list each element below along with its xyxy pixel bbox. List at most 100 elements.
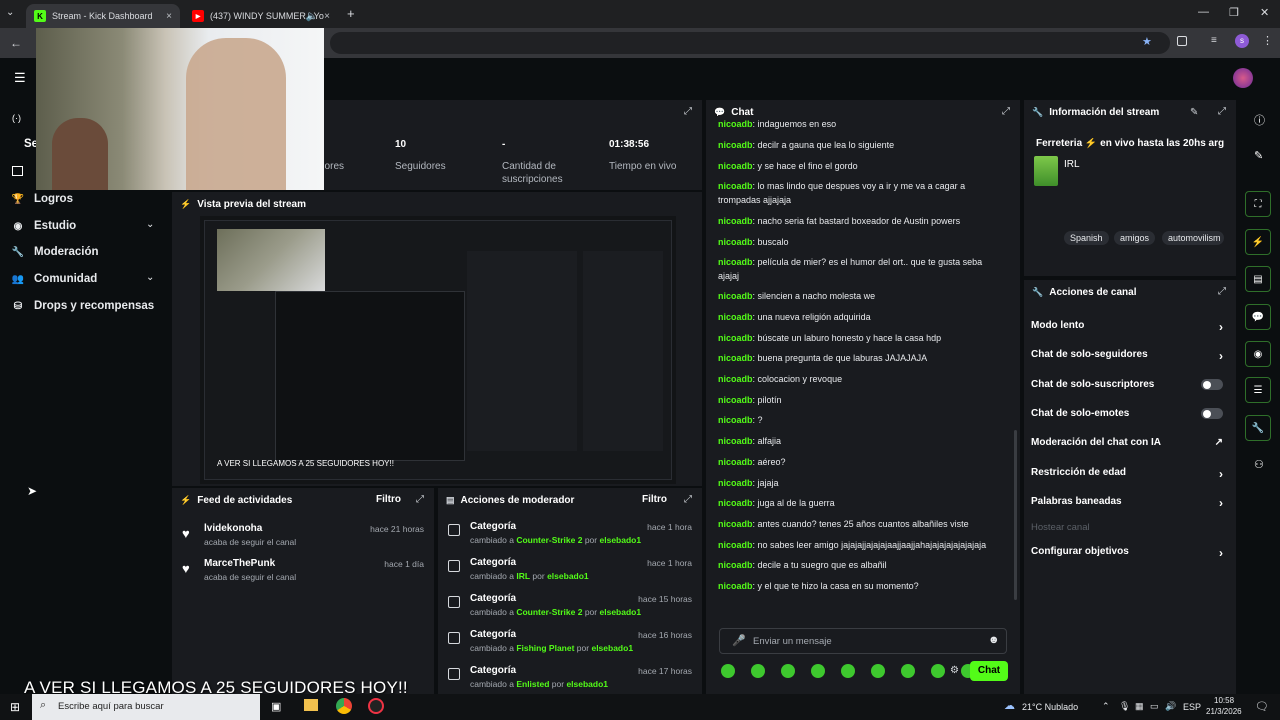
chat-username[interactable]: nicoadb (718, 216, 753, 226)
chevron-right-icon[interactable]: › (1219, 349, 1223, 363)
microphone-icon[interactable]: 🎤 (732, 634, 746, 647)
emote-icon[interactable] (781, 664, 795, 678)
chat-username[interactable]: nicoadb (718, 478, 753, 488)
notifications-icon[interactable]: 🗨 (1255, 700, 1269, 713)
chat-username[interactable]: nicoadb (718, 415, 753, 425)
chat-username[interactable]: nicoadb (718, 436, 753, 446)
sidebar-item-moderacion[interactable]: 🔧 Moderación (12, 242, 99, 262)
chevron-right-icon[interactable]: › (1219, 467, 1223, 481)
chat-username[interactable]: nicoadb (718, 181, 753, 191)
pencil-icon[interactable]: ✎ (1254, 149, 1263, 162)
chat-settings-gear-icon[interactable]: ⚙ (950, 665, 959, 676)
emote-icon[interactable] (721, 664, 735, 678)
channel-action-item[interactable]: Restricción de edad › (1031, 467, 1227, 483)
chat-username[interactable]: nicoadb (718, 374, 753, 384)
address-bar[interactable] (330, 32, 1170, 54)
channel-action-item[interactable]: Chat de solo-emotes (1031, 408, 1227, 424)
menu-kebab-icon[interactable]: ⋮ (1262, 34, 1273, 47)
sidebar-item-comunidad[interactable]: 👥 Comunidad (12, 269, 97, 289)
rail-list-button[interactable]: ☰ (1245, 377, 1271, 403)
profile-avatar[interactable]: s (1235, 34, 1249, 48)
clock-date[interactable]: 21/3/2026 (1206, 707, 1242, 716)
chevron-down-icon[interactable]: ⌄ (146, 272, 154, 283)
channel-action-item[interactable]: Configurar objetivos › (1031, 546, 1227, 562)
tab-youtube[interactable]: ▶ (437) WINDY SUMMER - Yo 🔈 × (184, 4, 338, 28)
expand-icon[interactable]: ⤢ (1218, 106, 1226, 117)
chat-username[interactable]: nicoadb (718, 237, 753, 247)
bookmark-star-icon[interactable]: ★ (1142, 35, 1152, 48)
tab-search-chevron-icon[interactable]: ⌄ (6, 7, 14, 18)
windows-start-icon[interactable]: ⊞ (10, 700, 20, 714)
channel-action-item[interactable]: Chat de solo-suscriptores (1031, 379, 1227, 395)
chevron-right-icon[interactable]: › (1219, 496, 1223, 510)
new-tab-button[interactable]: + (347, 6, 355, 21)
emoji-icon[interactable]: ☻ (988, 634, 1000, 646)
chat-username[interactable]: nicoadb (718, 140, 753, 150)
sidebar-item-estudio[interactable]: ◉ Estudio (12, 216, 77, 236)
network-icon[interactable]: ▭ (1150, 701, 1159, 712)
chat-username[interactable]: nicoadb (718, 257, 753, 267)
emote-icon[interactable] (871, 664, 885, 678)
channel-action-item[interactable]: Chat de solo-seguidores › (1031, 349, 1227, 365)
chrome-icon[interactable] (336, 698, 352, 714)
chevron-down-icon[interactable]: ⌄ (146, 219, 154, 230)
close-tab-icon[interactable]: × (324, 11, 330, 22)
send-chat-button[interactable]: Chat (970, 661, 1008, 681)
tray-chevron-icon[interactable]: ⌃ (1102, 701, 1110, 712)
close-tab-icon[interactable]: × (166, 11, 172, 22)
expand-icon[interactable]: ⤢ (684, 106, 692, 117)
chat-username[interactable]: nicoadb (718, 519, 753, 529)
chat-username[interactable]: nicoadb (718, 560, 753, 570)
rail-fullscreen-button[interactable]: ⛶ (1245, 191, 1271, 217)
channel-action-item[interactable]: Moderación del chat con IA ↗ (1031, 437, 1227, 453)
chat-username[interactable]: nicoadb (718, 395, 753, 405)
rail-wrench-button[interactable]: 🔧 (1245, 415, 1271, 441)
edit-pencil-icon[interactable]: ✎ (1190, 107, 1198, 118)
toggle-switch[interactable] (1201, 379, 1223, 390)
users-icon[interactable]: ⚇ (1254, 458, 1264, 471)
emote-icon[interactable] (811, 664, 825, 678)
language-indicator[interactable]: ESP (1183, 702, 1201, 712)
rail-bolt-button[interactable]: ⚡ (1245, 229, 1271, 255)
toggle-switch[interactable] (1201, 408, 1223, 419)
rail-document-button[interactable]: ▤ (1245, 266, 1271, 292)
chat-username[interactable]: nicoadb (718, 540, 753, 550)
restore-icon[interactable]: ❐ (1229, 6, 1239, 19)
emote-icon[interactable] (931, 664, 945, 678)
user-avatar[interactable] (1233, 68, 1253, 88)
taskbar-search-box[interactable]: ⌕ Escribe aquí para buscar (32, 694, 260, 720)
expand-icon[interactable]: ⤢ (416, 494, 424, 505)
volume-icon[interactable]: 🔊 (1165, 701, 1176, 712)
chat-username[interactable]: nicoadb (718, 498, 753, 508)
info-icon[interactable]: ⓘ (1254, 112, 1265, 128)
extensions-icon[interactable] (1177, 36, 1187, 46)
tab-kick-dashboard[interactable]: K Stream - Kick Dashboard × (26, 4, 180, 28)
task-view-icon[interactable]: ▣ (271, 700, 281, 713)
activity-filter-button[interactable]: Filtro (376, 494, 401, 505)
chat-username[interactable]: nicoadb (718, 333, 753, 343)
hamburger-menu-icon[interactable]: ☰ (14, 70, 26, 86)
close-window-icon[interactable]: ✕ (1260, 6, 1269, 19)
rail-chat-button[interactable]: 💬 (1245, 304, 1271, 330)
chat-username[interactable]: nicoadb (718, 581, 753, 591)
expand-icon[interactable]: ⤢ (1218, 286, 1226, 297)
chat-username[interactable]: nicoadb (718, 291, 753, 301)
category-name[interactable]: IRL (1064, 159, 1080, 170)
chat-username[interactable]: nicoadb (718, 457, 753, 467)
expand-icon[interactable]: ⤢ (1002, 106, 1010, 117)
mod-filter-button[interactable]: Filtro (642, 494, 667, 505)
chat-username[interactable]: nicoadb (718, 120, 753, 129)
taskbar-weather[interactable]: 21°C Nublado (1022, 702, 1078, 712)
file-explorer-icon[interactable] (304, 699, 318, 711)
minimize-icon[interactable]: — (1198, 6, 1209, 18)
channel-action-item[interactable]: Modo lento › (1031, 320, 1227, 336)
stream-preview-video[interactable]: A VER SI LLEGAMOS A 25 SEGUIDORES HOY!! (200, 216, 676, 484)
channel-action-item[interactable]: Palabras baneadas › (1031, 496, 1227, 512)
microphone-tray-icon[interactable]: 🎙 (1119, 701, 1130, 712)
external-link-icon[interactable]: ↗ (1215, 437, 1223, 448)
emote-icon[interactable] (751, 664, 765, 678)
expand-icon[interactable]: ⤢ (684, 494, 692, 505)
back-icon[interactable]: ← (10, 36, 22, 50)
chat-username[interactable]: nicoadb (718, 353, 753, 363)
tray-app-icon[interactable]: ▦ (1135, 701, 1144, 712)
